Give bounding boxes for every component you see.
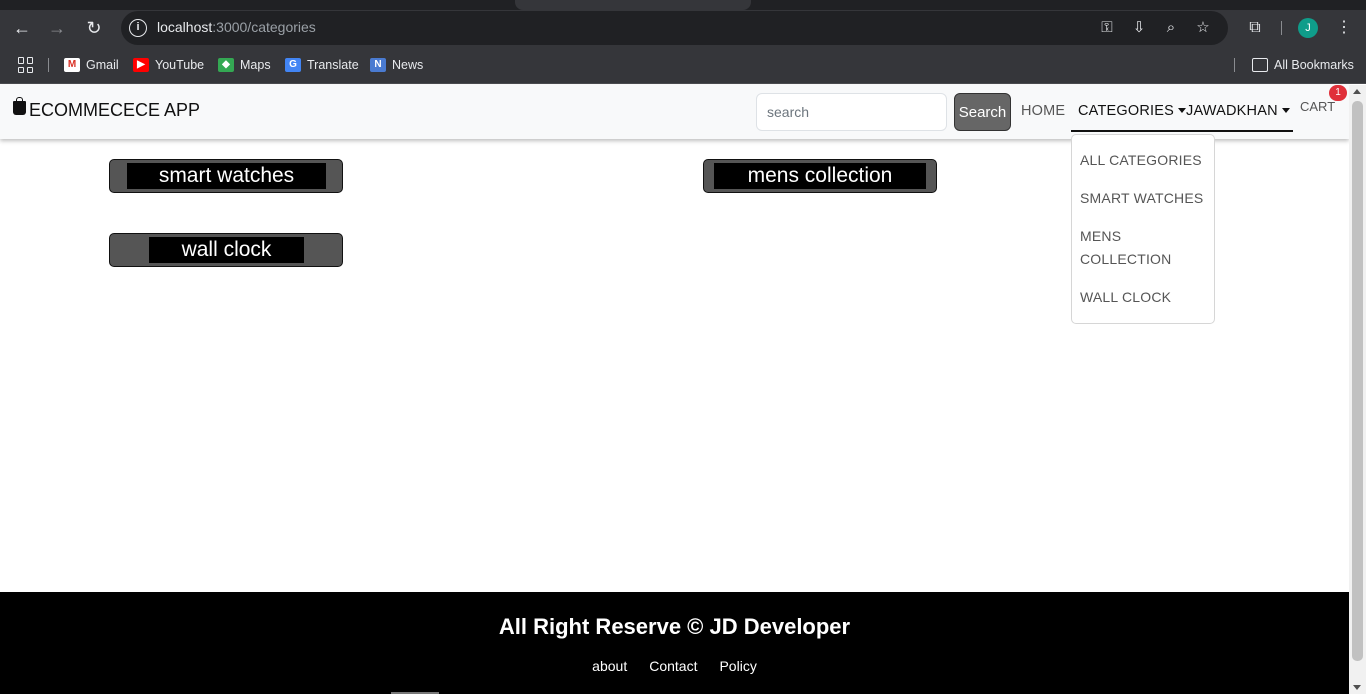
bookmark-maps[interactable]: ◆ Maps bbox=[218, 57, 271, 73]
forward-icon[interactable]: → bbox=[45, 16, 69, 40]
zoom-icon[interactable]: ⌕ bbox=[1161, 18, 1181, 38]
category-label: wall clock bbox=[149, 237, 304, 263]
folder-icon bbox=[1252, 58, 1268, 72]
nav-user-label: JAWADKHAN bbox=[1186, 103, 1278, 119]
dropdown-item-wall-clock[interactable]: WALL CLOCK bbox=[1080, 286, 1171, 309]
footer-link-contact[interactable]: Contact bbox=[649, 658, 697, 674]
chevron-down-icon bbox=[1281, 108, 1290, 113]
page-viewport: ECOMMECECE APP Search HOME CATEGORIES JA… bbox=[0, 85, 1349, 694]
maps-icon: ◆ bbox=[218, 58, 234, 72]
active-tab[interactable] bbox=[515, 0, 751, 10]
scrollbar-thumb[interactable] bbox=[1352, 101, 1363, 661]
bookmark-label: News bbox=[392, 58, 424, 72]
bookmarks-bar: M Gmail ▶ YouTube ◆ Maps G Translate N News A… bbox=[0, 46, 1366, 84]
address-bar[interactable]: i localhost:3000/categories ⚿ ⇩ ⌕ ☆ bbox=[121, 11, 1228, 45]
dropdown-item-smart-watches[interactable]: SMART WATCHES bbox=[1080, 187, 1203, 210]
scroll-up-icon[interactable] bbox=[1353, 89, 1361, 94]
shopping-bag-icon bbox=[13, 96, 26, 115]
bookmark-youtube[interactable]: ▶ YouTube bbox=[133, 57, 204, 73]
bookmark-label: Maps bbox=[240, 58, 271, 72]
all-bookmarks-label: All Bookmarks bbox=[1274, 58, 1354, 72]
chevron-down-icon bbox=[1178, 108, 1186, 113]
news-icon: N bbox=[370, 58, 386, 72]
categories-dropdown-menu: ALL CATEGORIES SMART WATCHES MENS COLLEC… bbox=[1071, 134, 1215, 324]
category-label: smart watches bbox=[127, 163, 326, 189]
bookmark-news[interactable]: N News bbox=[370, 57, 423, 73]
reload-icon[interactable]: ↻ bbox=[82, 16, 106, 40]
bookmark-label: Translate bbox=[307, 58, 359, 72]
bookmark-label: YouTube bbox=[155, 58, 205, 72]
youtube-icon: ▶ bbox=[133, 58, 149, 72]
nav-categories[interactable]: CATEGORIES bbox=[1078, 103, 1186, 119]
bookmark-label: Gmail bbox=[86, 58, 119, 72]
site-footer: All Right Reserve © JD Developer about C… bbox=[0, 592, 1349, 694]
url-text[interactable]: localhost:3000/categories bbox=[157, 19, 316, 35]
bookmarks-separator-right bbox=[1234, 58, 1235, 72]
all-bookmarks[interactable]: All Bookmarks bbox=[1252, 57, 1354, 73]
category-label: mens collection bbox=[714, 163, 926, 189]
dropdown-item-all-categories[interactable]: ALL CATEGORIES bbox=[1080, 149, 1202, 172]
extensions-icon[interactable]: ⧉ bbox=[1243, 16, 1267, 40]
cart-count-badge: 1 bbox=[1329, 85, 1347, 101]
url-host: localhost bbox=[157, 19, 213, 35]
bookmark-star-icon[interactable]: ☆ bbox=[1193, 18, 1213, 38]
category-button-smart-watches[interactable]: smart watches bbox=[109, 159, 343, 193]
browser-toolbar: ← → ↻ i localhost:3000/categories ⚿ ⇩ ⌕ … bbox=[0, 10, 1366, 46]
bookmark-gmail[interactable]: M Gmail bbox=[64, 57, 119, 73]
page-scrollbar[interactable] bbox=[1349, 85, 1366, 694]
site-info-icon[interactable]: i bbox=[129, 19, 147, 37]
profile-avatar[interactable]: J bbox=[1298, 18, 1318, 38]
bookmarks-separator bbox=[48, 58, 49, 72]
password-key-icon[interactable]: ⚿ bbox=[1097, 18, 1117, 38]
apps-grid-icon[interactable] bbox=[18, 57, 34, 73]
brand-link[interactable]: ECOMMECECE APP bbox=[13, 96, 201, 121]
nav-categories-label: CATEGORIES bbox=[1078, 103, 1174, 119]
gmail-icon: M bbox=[64, 58, 80, 72]
brand-text: ECOMMECECE APP bbox=[29, 100, 201, 120]
footer-links: about Contact Policy bbox=[0, 658, 1349, 674]
menu-kebab-icon[interactable]: ⋮ bbox=[1332, 16, 1356, 40]
dropdown-item-mens-collection[interactable]: MENS COLLECTION bbox=[1080, 225, 1171, 271]
bookmark-translate[interactable]: G Translate bbox=[285, 57, 359, 73]
category-button-mens-collection[interactable]: mens collection bbox=[703, 159, 937, 193]
back-icon[interactable]: ← bbox=[10, 16, 34, 40]
toolbar-separator bbox=[1281, 21, 1282, 35]
search-button[interactable]: Search bbox=[954, 93, 1011, 131]
nav-home[interactable]: HOME bbox=[1021, 103, 1065, 119]
translate-icon: G bbox=[285, 58, 301, 72]
scroll-down-icon[interactable] bbox=[1353, 685, 1361, 690]
url-path: :3000/categories bbox=[212, 19, 316, 35]
dropdown-item-line: COLLECTION bbox=[1080, 251, 1172, 267]
dropdown-item-line: MENS bbox=[1080, 228, 1122, 244]
install-app-icon[interactable]: ⇩ bbox=[1129, 18, 1149, 38]
footer-link-policy[interactable]: Policy bbox=[719, 658, 756, 674]
nav-cart[interactable]: CART bbox=[1300, 99, 1335, 114]
category-button-wall-clock[interactable]: wall clock bbox=[109, 233, 343, 267]
nav-active-underline bbox=[1071, 130, 1293, 132]
tab-strip bbox=[0, 0, 1366, 10]
site-navbar: ECOMMECECE APP Search HOME CATEGORIES JA… bbox=[0, 85, 1349, 139]
search-input[interactable] bbox=[756, 93, 947, 131]
footer-link-about[interactable]: about bbox=[592, 658, 627, 674]
nav-user[interactable]: JAWADKHAN bbox=[1186, 103, 1290, 119]
footer-title: All Right Reserve © JD Developer bbox=[498, 614, 851, 639]
